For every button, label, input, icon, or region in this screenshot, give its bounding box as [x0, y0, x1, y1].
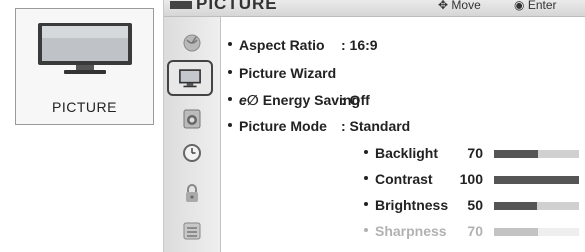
lock-icon — [186, 184, 198, 202]
contrast-label: Contrast — [375, 171, 433, 187]
settings-menu-panel: PICTURE ✥ Move ◉ Enter Aspect Ratio: 16… — [163, 0, 585, 252]
aspect-ratio-label: Aspect Ratio — [239, 37, 325, 53]
sidebar-item-lock[interactable] — [164, 177, 220, 209]
adjust-item-brightness[interactable]: Brightness — [364, 197, 448, 213]
backlight-label: Backlight — [375, 145, 439, 161]
picture-mode-value: : Standard — [341, 118, 411, 134]
adjust-item-sharpness[interactable]: Sharpness — [364, 223, 447, 239]
options-icon — [183, 222, 201, 240]
picture-preview-card: PICTURE — [15, 8, 154, 125]
satellite-dish-icon — [183, 34, 201, 52]
clock-icon — [183, 144, 201, 162]
eco-icon: e∅ — [239, 92, 259, 108]
backlight-value: 70 — [467, 145, 483, 161]
sidebar-item-picture[interactable] — [167, 60, 213, 96]
contrast-slider[interactable] — [494, 176, 579, 184]
picture-tv-icon — [179, 69, 201, 88]
sharpness-slider[interactable] — [494, 228, 579, 236]
sharpness-label: Sharpness — [375, 223, 447, 239]
energy-saving-value: : Off — [341, 92, 370, 108]
brightness-value: 50 — [467, 197, 483, 213]
tv-header-icon — [170, 1, 192, 9]
sharpness-value: 70 — [467, 223, 483, 239]
brightness-label: Brightness — [375, 197, 449, 213]
sharpness-slider-fill — [494, 228, 539, 236]
menu-item-picture-wizard[interactable]: Picture Wizard — [228, 65, 336, 81]
enter-button-icon: ◉ — [514, 0, 525, 12]
picture-wizard-label: Picture Wizard — [239, 65, 337, 81]
backlight-slider-fill — [494, 150, 539, 158]
page-title: PICTURE — [196, 0, 278, 13]
contrast-value: 100 — [459, 171, 483, 187]
contrast-slider-fill — [494, 176, 579, 184]
backlight-slider[interactable] — [494, 150, 579, 158]
sidebar-item-setup[interactable] — [164, 27, 220, 59]
speaker-icon — [183, 109, 201, 129]
preview-card-label: PICTURE — [52, 99, 117, 115]
sidebar-item-time[interactable] — [164, 137, 220, 169]
move-hint: ✥ Move — [438, 0, 481, 12]
adjust-item-backlight[interactable]: Backlight — [364, 145, 438, 161]
brightness-slider[interactable] — [494, 202, 579, 210]
sidebar-item-option[interactable] — [164, 215, 220, 247]
menu-item-picture-mode[interactable]: Picture Mode — [228, 118, 327, 134]
enter-hint: ◉ Enter — [514, 0, 557, 12]
category-sidebar — [164, 17, 221, 252]
aspect-ratio-value: : 16:9 — [341, 37, 378, 53]
tv-icon — [38, 23, 132, 74]
sidebar-item-audio[interactable] — [164, 103, 220, 135]
picture-mode-label: Picture Mode — [239, 118, 327, 134]
brightness-slider-fill — [494, 202, 537, 210]
menu-header: PICTURE ✥ Move ◉ Enter — [164, 0, 585, 17]
menu-item-aspect-ratio[interactable]: Aspect Ratio — [228, 37, 325, 53]
adjust-item-contrast[interactable]: Contrast — [364, 171, 433, 187]
move-arrows-icon: ✥ — [438, 0, 449, 12]
